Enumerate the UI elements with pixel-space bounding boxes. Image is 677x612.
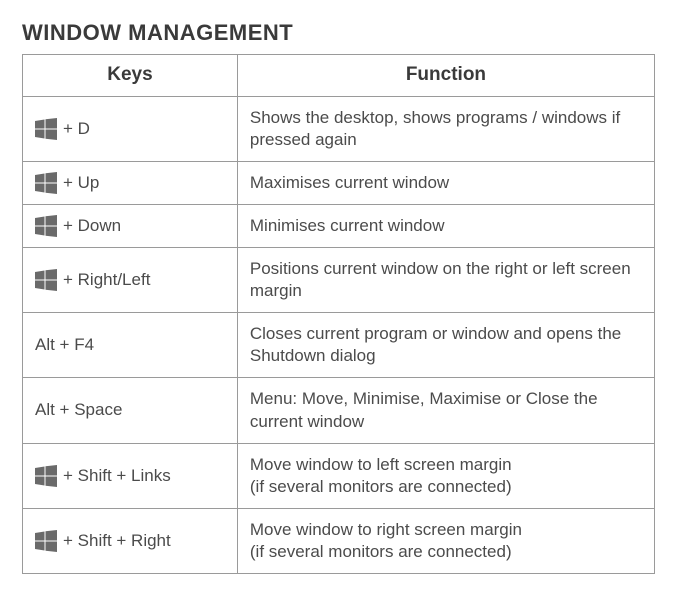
function-cell: Menu: Move, Minimise, Maximise or Close … [237, 378, 654, 443]
key-combo-text: + D [63, 118, 90, 140]
function-header: Function [237, 55, 654, 97]
keys-cell: + D [23, 96, 238, 161]
function-cell: Maximises current window [237, 161, 654, 204]
key-combo-text: + Shift + Links [63, 465, 171, 487]
function-cell: Closes current program or window and ope… [237, 313, 654, 378]
keys-header: Keys [23, 55, 238, 97]
key-combo-text: + Right/Left [63, 269, 150, 291]
table-row: + Down Minimises current window [23, 204, 655, 247]
function-cell: Minimises current window [237, 204, 654, 247]
function-cell: Positions current window on the right or… [237, 248, 654, 313]
key-combo-text: Alt + F4 [35, 334, 94, 356]
table-row: + Shift + Links Move window to left scree… [23, 443, 655, 508]
windows-key-icon [35, 215, 57, 237]
table-header-row: Keys Function [23, 55, 655, 97]
keys-cell: Alt + F4 [23, 313, 238, 378]
function-cell: Move window to right screen margin(if se… [237, 508, 654, 573]
function-cell: Shows the desktop, shows programs / wind… [237, 96, 654, 161]
table-row: Alt + F4 Closes current program or window… [23, 313, 655, 378]
table-row: + Right/Left Positions current window on … [23, 248, 655, 313]
shortcuts-table: Keys Function + D Shows the desktop, show… [22, 54, 655, 574]
keys-cell: Alt + Space [23, 378, 238, 443]
windows-key-icon [35, 118, 57, 140]
keys-cell: + Right/Left [23, 248, 238, 313]
windows-key-icon [35, 172, 57, 194]
table-row: Alt + Space Menu: Move, Minimise, Maximis… [23, 378, 655, 443]
function-cell: Move window to left screen margin(if sev… [237, 443, 654, 508]
section-title: WINDOW MANAGEMENT [22, 20, 655, 46]
windows-key-icon [35, 465, 57, 487]
key-combo-text: + Down [63, 215, 121, 237]
table-row: + Shift + Right Move window to right scre… [23, 508, 655, 573]
key-combo-text: + Up [63, 172, 99, 194]
windows-key-icon [35, 269, 57, 291]
key-combo-text: Alt + Space [35, 399, 122, 421]
keys-cell: + Up [23, 161, 238, 204]
keys-cell: + Shift + Links [23, 443, 238, 508]
key-combo-text: + Shift + Right [63, 530, 171, 552]
table-row: + Up Maximises current window [23, 161, 655, 204]
keys-cell: + Shift + Right [23, 508, 238, 573]
windows-key-icon [35, 530, 57, 552]
keys-cell: + Down [23, 204, 238, 247]
table-row: + D Shows the desktop, shows programs / w… [23, 96, 655, 161]
